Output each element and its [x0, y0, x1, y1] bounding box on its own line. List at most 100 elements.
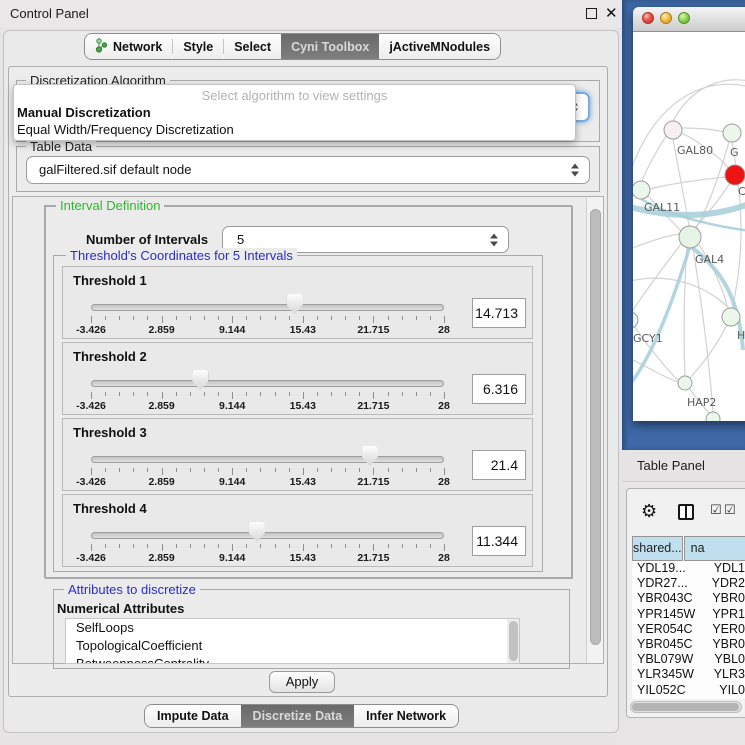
- settings-vertical-scrollbar[interactable]: [586, 197, 603, 663]
- tick-mark: [430, 544, 431, 548]
- network-node-h[interactable]: [722, 308, 740, 326]
- threshold-value-field[interactable]: 6.316: [472, 374, 526, 404]
- table-cell-name: YBR0: [705, 637, 745, 652]
- tab-discretize-data[interactable]: Discretize Data: [241, 705, 355, 727]
- stepper-arrows-icon[interactable]: [490, 232, 499, 247]
- table-row[interactable]: YBR045CYBR0: [632, 637, 745, 652]
- tick-mark: [204, 544, 205, 548]
- table-row[interactable]: YBL079WYBL0: [632, 652, 745, 667]
- table-row[interactable]: YLR345WYLR3: [632, 667, 745, 682]
- close-icon[interactable]: ✕: [605, 4, 618, 24]
- tab-infer-network[interactable]: Infer Network: [354, 705, 458, 727]
- tick-mark: [105, 316, 106, 320]
- threshold-value-field[interactable]: 11.344: [472, 526, 526, 556]
- slider-track[interactable]: [91, 380, 444, 387]
- network-node-hap2[interactable]: [678, 376, 692, 390]
- table-horizontal-scrollbar[interactable]: [630, 701, 742, 713]
- zoom-traffic-light-icon[interactable]: [678, 12, 690, 24]
- tick-label: 2.859: [148, 476, 174, 488]
- minimize-traffic-light-icon[interactable]: [660, 12, 672, 24]
- checkbox-icon[interactable]: ☑: [724, 502, 736, 518]
- table-cell-name: YBR0: [705, 591, 745, 606]
- node-label: G: [730, 146, 739, 159]
- gear-icon[interactable]: ⚙: [641, 501, 657, 521]
- scrollbar-thumb[interactable]: [632, 703, 739, 711]
- list-item[interactable]: BetweennessCentrality: [66, 655, 519, 664]
- network-canvas[interactable]: GAL80GCGAL11GAL4HGCY1HAP2: [633, 32, 745, 421]
- tick-mark: [317, 392, 318, 396]
- node-label: H: [737, 329, 745, 342]
- threshold-value-field[interactable]: 21.4: [472, 450, 526, 480]
- network-node-gal11[interactable]: [633, 181, 650, 199]
- table-row[interactable]: YDR27...YDR2: [632, 576, 745, 591]
- table-row[interactable]: YPR145WYPR1: [632, 607, 745, 622]
- tick-mark: [402, 544, 403, 548]
- tick-mark: [303, 392, 304, 399]
- slider-tick-labels: -3.4262.8599.14415.4321.71528: [91, 552, 444, 565]
- dropdown-option-manual-discretization[interactable]: Manual Discretization: [17, 105, 151, 120]
- network-node-g[interactable]: [723, 124, 741, 142]
- slider-thumb[interactable]: [249, 522, 265, 542]
- control-panel-title: Control Panel: [10, 0, 89, 28]
- slider-track[interactable]: [91, 456, 444, 463]
- list-item[interactable]: SelfLoops: [66, 619, 519, 637]
- column-header-name[interactable]: na: [684, 536, 745, 561]
- node-label: C: [738, 185, 745, 198]
- threshold-label: Threshold 1: [73, 273, 147, 288]
- network-window-titlebar[interactable]: [633, 7, 745, 32]
- network-view-window: GAL80GCGAL11GAL4HGCY1HAP2: [633, 7, 745, 421]
- scrollbar-thumb[interactable]: [509, 621, 518, 661]
- threshold-panel-4: Threshold 4-3.4262.8599.14415.4321.71528…: [62, 494, 533, 567]
- attributes-list-scrollbar[interactable]: [507, 619, 520, 664]
- tab-impute-data[interactable]: Impute Data: [145, 705, 241, 727]
- close-traffic-light-icon[interactable]: [642, 12, 654, 24]
- tick-mark: [275, 468, 276, 472]
- table-row[interactable]: YDL19...YDL1: [632, 561, 745, 576]
- tick-mark: [119, 392, 120, 396]
- tab-label: Discretize Data: [253, 709, 343, 723]
- tab-jactivemnodules[interactable]: jActiveMNodules: [379, 34, 500, 59]
- network-node-gcy1[interactable]: [633, 312, 638, 328]
- tick-mark: [260, 392, 261, 396]
- scrollbar-thumb[interactable]: [590, 209, 601, 645]
- table-row[interactable]: YER054CYER0: [632, 622, 745, 637]
- columns-icon[interactable]: [678, 504, 694, 520]
- slider-thumb[interactable]: [362, 446, 378, 466]
- checkbox-icon[interactable]: ☑: [710, 502, 722, 518]
- network-node-gal80[interactable]: [664, 121, 682, 139]
- table-panel-titlebar: Table Panel: [622, 450, 745, 482]
- tick-mark: [289, 468, 290, 472]
- slider-thumb[interactable]: [192, 370, 208, 390]
- tick-label: 21.715: [357, 476, 389, 488]
- threshold-value-field[interactable]: 14.713: [472, 298, 526, 328]
- interval-definition-group-title: Interval Definition: [56, 198, 164, 213]
- apply-button[interactable]: Apply: [269, 671, 335, 693]
- tab-select[interactable]: Select: [224, 34, 281, 59]
- slider-track[interactable]: [91, 532, 444, 539]
- tick-mark: [345, 468, 346, 472]
- tab-network[interactable]: Network: [85, 34, 172, 59]
- network-node-gal4[interactable]: [679, 226, 701, 248]
- stepper-arrows-icon[interactable]: [571, 163, 580, 178]
- table-row[interactable]: YIL052CYIL0: [632, 683, 745, 698]
- slider-thumb[interactable]: [287, 294, 303, 314]
- slider-tick-marks: [91, 392, 444, 399]
- table-cell-shared-name: YBR043C: [632, 591, 705, 606]
- list-item[interactable]: TopologicalCoefficient: [66, 637, 519, 655]
- tab-style[interactable]: Style: [173, 34, 223, 59]
- network-node-c[interactable]: [725, 165, 745, 185]
- tick-mark: [246, 316, 247, 320]
- tab-cyni-toolbox[interactable]: Cyni Toolbox: [281, 34, 379, 59]
- network-node[interactable]: [706, 412, 720, 421]
- slider-track[interactable]: [91, 304, 444, 311]
- float-window-icon[interactable]: [586, 8, 597, 19]
- dropdown-option-equal-width-frequency[interactable]: Equal Width/Frequency Discretization: [17, 122, 234, 137]
- tick-label: 9.144: [219, 324, 245, 336]
- tick-mark: [105, 544, 106, 548]
- column-header-shared-name[interactable]: shared...: [632, 536, 683, 561]
- threshold-label: Threshold 3: [73, 425, 147, 440]
- table-cell-shared-name: YDL19...: [632, 561, 707, 576]
- table-data-combo[interactable]: galFiltered.sif default node: [26, 156, 590, 184]
- tick-mark: [232, 544, 233, 551]
- table-row[interactable]: YBR043CYBR0: [632, 591, 745, 606]
